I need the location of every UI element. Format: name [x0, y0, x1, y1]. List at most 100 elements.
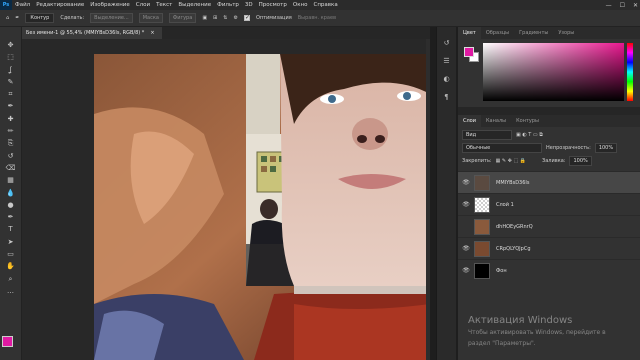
foreground-color-swatch[interactable] — [2, 336, 13, 347]
adjustments-panel-icon[interactable]: ◐ — [443, 75, 449, 83]
properties-panel-icon[interactable]: ☰ — [443, 57, 449, 65]
lock-label: Закрепить: — [462, 158, 492, 164]
visibility-eye-icon[interactable]: 👁 — [458, 223, 474, 230]
gradient-icon[interactable]: ▦ — [5, 176, 17, 185]
brush-icon[interactable]: ✏ — [5, 127, 17, 136]
tab-paths[interactable]: Контуры — [511, 115, 544, 127]
options-bar: ⌂ ✒ Контур Сделать: Выделение... Маска Ф… — [0, 10, 640, 27]
watermark-line-1: Чтобы активировать Windows, перейдите в — [468, 329, 606, 336]
minimize-icon[interactable]: — — [606, 2, 612, 9]
path-arrange-icon[interactable]: ⇅ — [223, 15, 227, 21]
quick-select-icon[interactable]: ✎ — [5, 78, 17, 87]
visibility-eye-icon[interactable]: 👁 — [458, 179, 474, 186]
layer-row[interactable]: 👁 Слой 1 — [458, 193, 640, 215]
selection-button[interactable]: Выделение... — [90, 13, 133, 23]
mask-button[interactable]: Маска — [138, 13, 163, 23]
move-icon[interactable]: ✥ — [5, 41, 17, 50]
menu-type[interactable]: Текст — [153, 2, 175, 8]
kind-filter-select[interactable]: Вид — [462, 130, 512, 140]
tools-panel: ✥ ⬚ ʆ ✎ ⌗ ✒ ✚ ✏ ⎘ ↺ ⌫ ▦ 💧 ● ✒ T ➤ ▭ ✋ ⌕ … — [0, 27, 22, 360]
dodge-icon[interactable]: ● — [5, 201, 17, 210]
panel-foreground-swatch[interactable] — [464, 47, 474, 57]
right-panels: Цвет Образцы Градиенты Узоры Слои Каналы… — [458, 27, 640, 360]
pen-tool-icon[interactable]: ✒ — [15, 15, 19, 21]
history-brush-icon[interactable]: ↺ — [5, 152, 17, 161]
lock-icons[interactable]: ▦ ✎ ✥ ⬚ 🔒 — [496, 158, 526, 164]
windows-activation-watermark: Активация Windows Чтобы активировать Win… — [468, 315, 606, 348]
tab-layers[interactable]: Слои — [458, 115, 481, 127]
document-canvas[interactable] — [94, 54, 430, 360]
lasso-icon[interactable]: ʆ — [5, 66, 17, 75]
photoshop-logo: Ps — [0, 0, 12, 10]
history-panel-icon[interactable]: ↺ — [444, 39, 450, 47]
menu-edit[interactable]: Редактирование — [33, 2, 87, 8]
blur-icon[interactable]: 💧 — [5, 189, 17, 198]
maximize-icon[interactable]: ☐ — [620, 2, 625, 9]
close-tab-icon[interactable]: × — [150, 30, 154, 36]
fill-label: Заливка: — [542, 158, 566, 164]
visibility-eye-icon[interactable]: 👁 — [458, 201, 474, 208]
visibility-eye-icon[interactable]: 👁 — [458, 267, 474, 274]
color-swatches[interactable] — [2, 336, 20, 354]
zoom-icon[interactable]: ⌕ — [5, 275, 17, 284]
healing-icon[interactable]: ✚ — [5, 115, 17, 124]
menu-view[interactable]: Просмотр — [256, 2, 290, 8]
collapsed-panels: ↺ ☰ ◐ ¶ — [436, 27, 456, 360]
marquee-icon[interactable]: ⬚ — [5, 53, 17, 62]
type-icon[interactable]: T — [5, 225, 17, 234]
shape-button[interactable]: Фигура — [168, 13, 197, 23]
vertical-scrollbar[interactable] — [426, 39, 430, 360]
path-ops-icon[interactable]: ▣ — [202, 15, 207, 21]
opacity-value[interactable]: 100% — [594, 143, 618, 153]
layers-controls: Вид ▣ ◐ T ▭ ⧉ Обычные Непрозрачность: 10… — [458, 127, 640, 169]
layer-row[interactable]: 👁 MMIYBsD36Is — [458, 171, 640, 193]
home-icon[interactable]: ⌂ — [6, 15, 9, 21]
layer-name: dhHOEyGRnrQ — [496, 223, 533, 230]
menu-window[interactable]: Окно — [290, 2, 311, 8]
tab-color[interactable]: Цвет — [458, 27, 481, 39]
fill-value[interactable]: 100% — [569, 156, 592, 166]
crop-icon[interactable]: ⌗ — [5, 90, 17, 99]
color-field[interactable] — [483, 43, 624, 101]
hue-slider[interactable] — [627, 43, 633, 101]
menu-help[interactable]: Справка — [310, 2, 340, 8]
tab-swatches[interactable]: Образцы — [481, 27, 514, 39]
stamp-icon[interactable]: ⎘ — [5, 139, 17, 148]
tab-gradients[interactable]: Градиенты — [514, 27, 553, 39]
panel-divider — [458, 107, 640, 115]
close-icon[interactable]: ✕ — [633, 2, 638, 9]
paragraph-panel-icon[interactable]: ¶ — [444, 93, 448, 101]
eyedropper-icon[interactable]: ✒ — [5, 102, 17, 111]
rectangle-icon[interactable]: ▭ — [5, 250, 17, 259]
tab-patterns[interactable]: Узоры — [553, 27, 579, 39]
menu-3d[interactable]: 3D — [242, 2, 256, 8]
layer-thumbnail — [474, 218, 490, 235]
window-controls: — ☐ ✕ — [606, 0, 638, 10]
tab-document[interactable]: Без имени-1 @ 55,4% (MMIYBsD36Is, RGB/8)… — [22, 27, 162, 39]
menu-layers[interactable]: Слои — [133, 2, 153, 8]
layer-row[interactable]: 👁 dhHOEyGRnrQ — [458, 215, 640, 237]
opacity-label: Непрозрачность: — [546, 145, 591, 151]
path-select-icon[interactable]: ➤ — [5, 238, 17, 247]
pen-icon[interactable]: ✒ — [5, 213, 17, 222]
layer-row[interactable]: 👁 Фон — [458, 259, 640, 281]
visibility-eye-icon[interactable]: 👁 — [458, 245, 474, 252]
path-align-icon[interactable]: ⊞ — [213, 15, 217, 21]
document-title: Без имени-1 @ 55,4% (MMIYBsD36Is, RGB/8)… — [26, 30, 145, 36]
blend-mode-select[interactable]: Обычные — [462, 143, 542, 153]
menu-select[interactable]: Выделение — [175, 2, 214, 8]
auto-add-checkbox[interactable] — [243, 14, 250, 21]
menu-file[interactable]: Файл — [12, 2, 33, 8]
layer-thumbnail — [474, 174, 490, 191]
more-icon[interactable]: … — [5, 287, 17, 296]
mode-select[interactable]: Контур — [25, 13, 55, 23]
layer-row[interactable]: 👁 CRpQLYQJpCg — [458, 237, 640, 259]
tab-channels[interactable]: Каналы — [481, 115, 511, 127]
eraser-icon[interactable]: ⌫ — [5, 164, 17, 173]
menu-filter[interactable]: Фильтр — [214, 2, 242, 8]
hand-icon[interactable]: ✋ — [5, 262, 17, 271]
menu-image[interactable]: Изображение — [87, 2, 133, 8]
canvas-area[interactable] — [22, 39, 430, 360]
filter-icons[interactable]: ▣ ◐ T ▭ ⧉ — [516, 132, 543, 138]
settings-icon[interactable]: ⚙ — [233, 15, 237, 21]
